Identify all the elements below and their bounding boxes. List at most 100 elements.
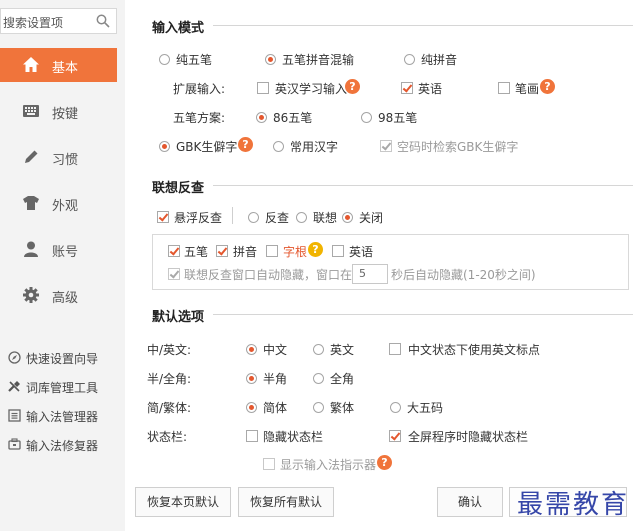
tool-label: 快速设置向导: [26, 352, 99, 366]
radio-close[interactable]: [342, 212, 353, 223]
radio-gbk-rare[interactable]: [159, 141, 170, 152]
checkbox-lookup-wubi[interactable]: [168, 245, 180, 257]
checkbox-label: 英语: [418, 82, 443, 96]
checkbox-label: 显示输入法指示器: [280, 458, 377, 472]
checkbox-label: 五笔: [184, 245, 209, 259]
sidebar-item-account[interactable]: 账号: [0, 232, 117, 266]
section-divider: [213, 25, 633, 26]
checkbox-label: 空码时检索GBK生僻字: [397, 140, 519, 154]
ok-button[interactable]: 确认: [437, 487, 503, 517]
pencil-icon: [25, 150, 38, 163]
search-icon[interactable]: [96, 14, 110, 28]
checkbox-show-indicator[interactable]: [263, 458, 275, 470]
radio-lookup[interactable]: [248, 212, 259, 223]
radio-pure-wubi[interactable]: [159, 54, 170, 65]
cn-en-label: 中/英文:: [147, 343, 192, 357]
home-icon: [23, 57, 39, 72]
radio-label: 98五笔: [378, 111, 418, 125]
section-divider: [213, 314, 633, 315]
settings-panel: 输入模式 纯五笔 五笔拼音混输 纯拼音 扩展输入: 英汉学习输入 ? 英语 笔画…: [125, 0, 639, 531]
radio-label: 纯拼音: [421, 53, 458, 67]
width-label: 半/全角:: [147, 372, 192, 386]
checkbox-english[interactable]: [401, 82, 413, 94]
help-icon[interactable]: ?: [308, 242, 323, 257]
checkbox-strokes[interactable]: [498, 82, 510, 94]
radio-label: 五笔拼音混输: [282, 53, 355, 67]
wrench-icon: [8, 381, 20, 392]
radio-label: 中文: [263, 343, 288, 357]
divider: [232, 207, 233, 224]
checkbox-label: 英汉学习输入: [275, 82, 348, 96]
checkbox-float-lookup[interactable]: [157, 211, 169, 223]
checkbox-empty-code-gbk[interactable]: [380, 140, 392, 152]
checkbox-lookup-radicals[interactable]: [266, 245, 278, 257]
radio-wubi-pinyin-mix[interactable]: [265, 54, 276, 65]
sidebar-item-label: 高级: [52, 291, 79, 306]
checkbox-label: 悬浮反查: [174, 211, 223, 225]
repair-icon: [8, 438, 21, 450]
sidebar-item-habits[interactable]: 习惯: [0, 140, 117, 174]
radio-full-width[interactable]: [313, 373, 324, 384]
tool-label: 输入法管理器: [26, 410, 99, 424]
sidebar-item-label: 按键: [52, 107, 79, 122]
radio-label: 繁体: [330, 401, 355, 415]
help-icon[interactable]: ?: [377, 455, 392, 470]
sidebar-item-keys[interactable]: 按键: [0, 94, 117, 128]
sidebar-item-label: 基本: [52, 61, 79, 76]
wubi-scheme-label: 五笔方案:: [173, 111, 226, 125]
list-icon: [8, 409, 21, 422]
radio-big5[interactable]: [390, 402, 401, 413]
radio-simplified[interactable]: [246, 402, 257, 413]
checkbox-autohide[interactable]: [168, 268, 180, 280]
radio-half-width[interactable]: [246, 373, 257, 384]
restore-page-defaults-button[interactable]: 恢复本页默认: [135, 487, 231, 517]
help-icon[interactable]: ?: [345, 79, 360, 94]
watermark: 最需教育: [517, 490, 630, 520]
radio-pure-pinyin[interactable]: [404, 54, 415, 65]
radio-association[interactable]: [296, 212, 307, 223]
checkbox-lookup-pinyin[interactable]: [216, 245, 228, 257]
sidebar: 搜索设置项 基本 按键 习惯 外观 账号 高级 快速设置向导 词库管理工具 输入…: [0, 0, 125, 531]
section-title-defaults: 默认选项: [152, 310, 205, 325]
search-box[interactable]: 搜索设置项: [0, 8, 117, 34]
checkbox-lookup-english[interactable]: [332, 245, 344, 257]
radio-chinese[interactable]: [246, 344, 257, 355]
radio-english[interactable]: [313, 344, 324, 355]
radio-label: 纯五笔: [176, 53, 213, 67]
radio-common-chars[interactable]: [273, 141, 284, 152]
checkbox-fullscreen-hide-status[interactable]: [389, 430, 401, 442]
script-label: 简/繁体:: [147, 401, 192, 415]
restore-all-defaults-button[interactable]: 恢复所有默认: [238, 487, 334, 517]
radio-label: 86五笔: [273, 111, 313, 125]
sidebar-item-label: 账号: [52, 245, 79, 260]
radio-label: 关闭: [359, 211, 384, 225]
help-icon[interactable]: ?: [238, 137, 253, 152]
search-input[interactable]: 搜索设置项: [3, 14, 63, 31]
radio-label: 全角: [330, 372, 355, 386]
extend-input-label: 扩展输入:: [173, 82, 226, 96]
shirt-icon: [23, 196, 39, 210]
checkbox-en-cn-learning[interactable]: [257, 82, 269, 94]
radio-label: GBK生僻字: [176, 140, 238, 154]
help-icon[interactable]: ?: [540, 79, 555, 94]
checkbox-hide-status-bar[interactable]: [246, 430, 258, 442]
sidebar-item-advanced[interactable]: 高级: [0, 278, 117, 312]
radio-wubi-86[interactable]: [256, 112, 267, 123]
checkbox-label: 英语: [349, 245, 374, 259]
compass-icon: [8, 351, 21, 364]
checkbox-label: 字根: [283, 245, 308, 259]
radio-label: 常用汉字: [290, 140, 339, 154]
sidebar-item-basic[interactable]: 基本: [0, 48, 117, 82]
radio-label: 联想: [313, 211, 338, 225]
autohide-prefix: 联想反查窗口自动隐藏，窗口在: [184, 268, 353, 282]
radio-wubi-98[interactable]: [361, 112, 372, 123]
checkbox-label: 拼音: [233, 245, 258, 259]
radio-traditional[interactable]: [313, 402, 324, 413]
section-title-input-mode: 输入模式: [152, 21, 205, 36]
autohide-seconds-input[interactable]: 5: [352, 264, 388, 284]
radio-label: 简体: [263, 401, 288, 415]
sidebar-item-appearance[interactable]: 外观: [0, 186, 117, 220]
status-bar-label: 状态栏:: [147, 430, 188, 444]
checkbox-en-punct-in-cn[interactable]: [389, 343, 401, 355]
checkbox-label: 笔画: [515, 82, 540, 96]
